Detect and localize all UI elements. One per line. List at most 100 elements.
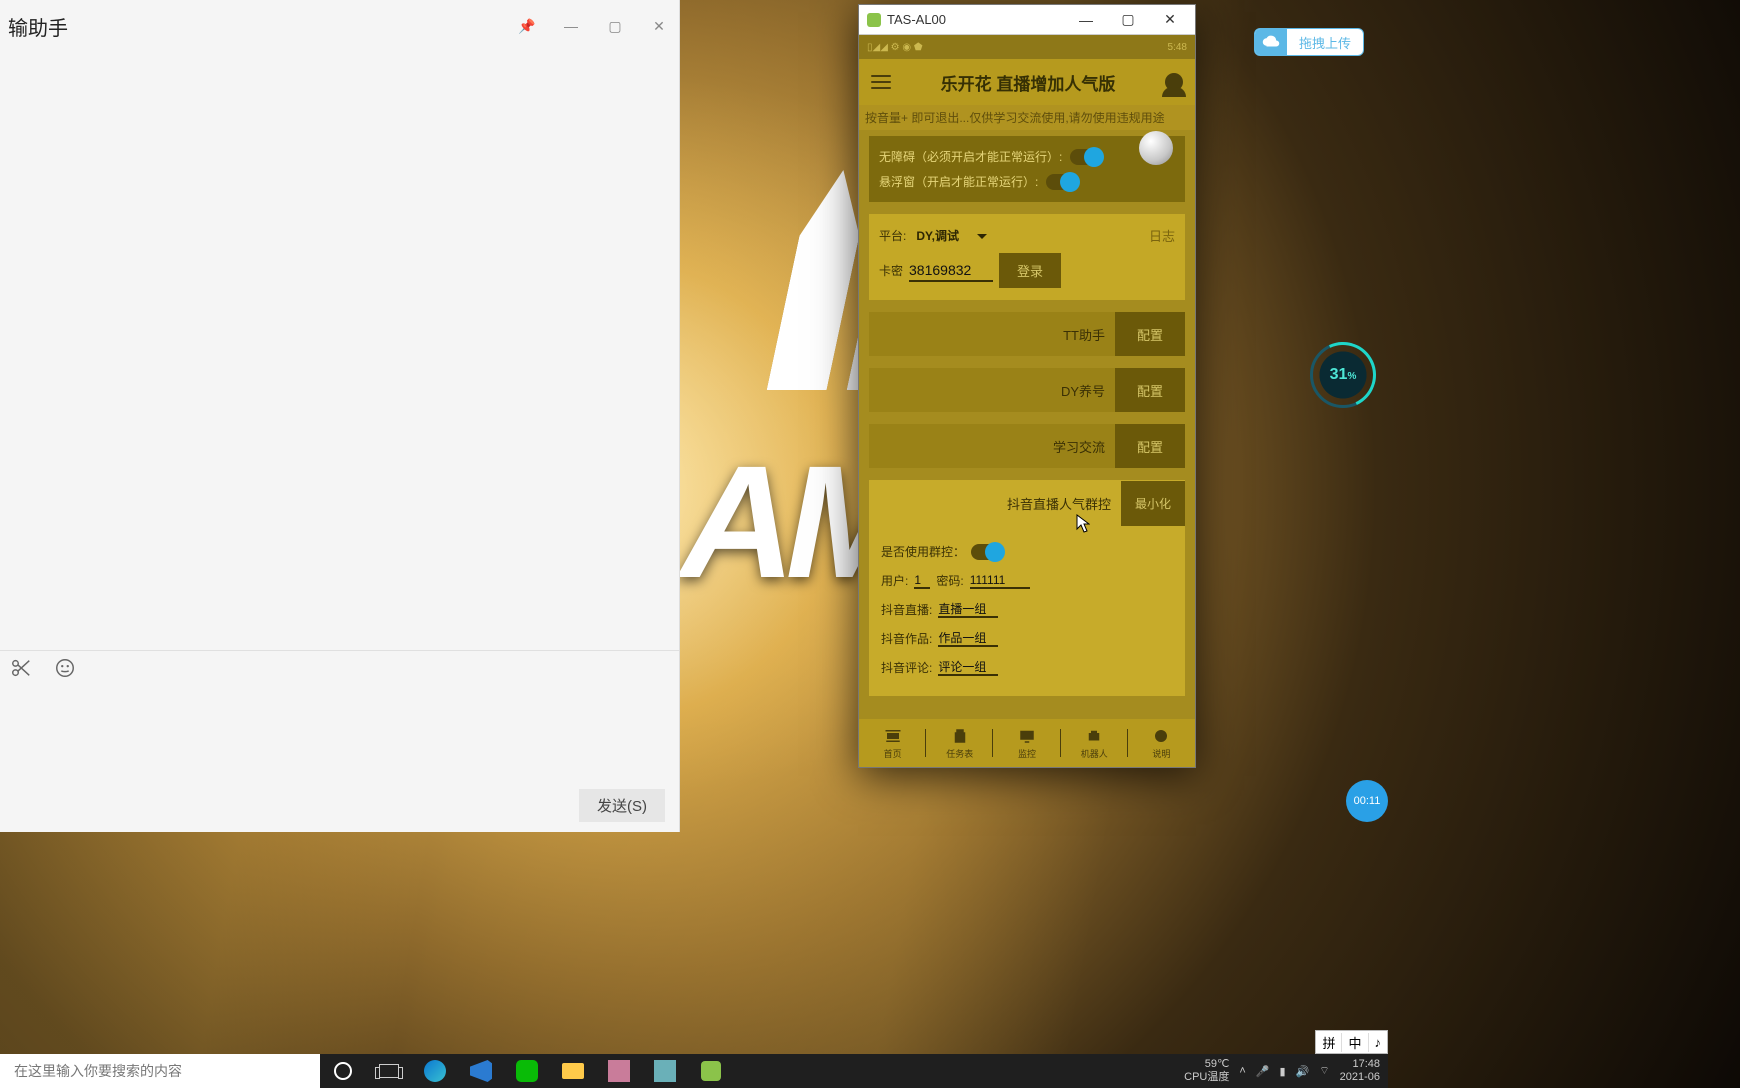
hamburger-icon[interactable] [871,75,891,89]
assistive-touch-icon[interactable] [1139,131,1173,165]
search-placeholder: 在这里输入你要搜索的内容 [14,1061,182,1081]
chat-title: 输助手 [8,12,68,41]
android-emulator-icon[interactable] [688,1054,734,1088]
card-input[interactable] [909,260,993,282]
chevron-down-icon [977,234,987,244]
record-time: 00:11 [1354,795,1381,807]
taskbar-search[interactable]: 在这里输入你要搜索的内容 [0,1054,320,1088]
chat-input-toolbar [0,650,679,690]
platform-value: DY,调试 [916,227,959,244]
chat-window: 输助手 📌 — ▢ ✕ 发送(S) [0,0,680,832]
config-button[interactable]: 配置 [1115,424,1185,468]
taskview-icon[interactable] [366,1054,412,1088]
config-button[interactable]: 配置 [1115,368,1185,412]
nav-tab-task[interactable]: 任务表 [926,719,993,767]
marquee-text: 按音量+ 即可退出...仅供学习交流使用,请勿使用违规用途 [859,105,1195,130]
config-button[interactable]: 配置 [1115,312,1185,356]
upload-label: 拖拽上传 [1287,33,1363,52]
platform-select[interactable]: DY,调试 [916,227,987,244]
pass-input[interactable] [970,573,1030,589]
taskbar: 在这里输入你要搜索的内容 59℃ CPU温度 ˄ 🎤 ▮ 🔊 ⌔ 17:48 2… [0,1054,1388,1088]
tray-volume-icon[interactable]: 🔊 [1296,1065,1310,1078]
config-row-dy: DY养号 配置 [869,368,1185,412]
dy-comment-input[interactable] [938,660,998,676]
android-icon [867,13,881,27]
emulator-titlebar[interactable]: TAS-AL00 — ▢ ✕ [859,5,1195,35]
minimize-button[interactable]: 最小化 [1121,481,1185,526]
emu-minimize-icon[interactable]: — [1065,6,1107,34]
emulator-window: TAS-AL00 — ▢ ✕ ▯◢◢ ⚙ ◉ ⬟ 5:48 乐开花 直播增加人气… [858,4,1196,768]
edge-icon[interactable] [412,1054,458,1088]
app-icon-1[interactable] [596,1054,642,1088]
status-time: 5:48 [1168,42,1187,53]
dy-works-input[interactable] [938,631,998,647]
cpu-gauge[interactable]: 31% [1310,342,1376,408]
bottom-nav: 首页 任务表 监控 机器人 说明 [859,719,1195,767]
config-label: TT助手 [881,325,1115,344]
wechat-icon[interactable] [504,1054,550,1088]
tray-chevron-icon[interactable]: ˄ [1239,1065,1245,1077]
tray-battery-icon[interactable]: ▮ [1280,1065,1286,1078]
chat-input[interactable] [0,690,679,786]
login-panel: 平台: DY,调试 日志 卡密 登录 [869,214,1185,300]
system-tray[interactable]: 59℃ CPU温度 ˄ 🎤 ▮ 🔊 ⌔ 17:48 2021-06 [1176,1054,1388,1088]
toggles-panel: 无障碍（必须开启才能正常运行）: 悬浮窗（开启才能正常运行）: [869,136,1185,202]
log-link[interactable]: 日志 [1149,226,1175,245]
emulator-title: TAS-AL00 [887,12,946,27]
emu-maximize-icon[interactable]: ▢ [1107,6,1149,34]
scissors-icon[interactable] [10,657,32,684]
cloud-icon [1255,29,1287,55]
ime-mode[interactable]: 拼 [1316,1033,1342,1052]
upload-button[interactable]: 拖拽上传 [1254,28,1364,56]
pin-icon[interactable]: 📌 [513,18,541,35]
float-toggle[interactable] [1046,174,1078,190]
dy-comment-label: 抖音评论: [881,659,932,676]
user-label: 用户: [881,572,908,589]
tray-mic-icon[interactable]: 🎤 [1256,1065,1270,1078]
ime-lang[interactable]: 中 [1342,1033,1368,1052]
card-label: 卡密 [879,262,903,279]
config-row-study: 学习交流 配置 [869,424,1185,468]
use-group-label: 是否使用群控： [881,543,965,560]
nav-tab-monitor[interactable]: 监控 [993,719,1060,767]
use-group-toggle[interactable] [971,544,1003,560]
android-statusbar: ▯◢◢ ⚙ ◉ ⬟ 5:48 [859,35,1195,59]
maximize-icon[interactable]: ▢ [601,18,629,35]
accessibility-toggle[interactable] [1070,149,1102,165]
send-button[interactable]: 发送(S) [579,789,665,822]
minimize-icon[interactable]: — [557,18,585,34]
pass-label: 密码: [936,572,963,589]
close-icon[interactable]: ✕ [645,18,673,35]
explorer-icon[interactable] [550,1054,596,1088]
nav-tab-home[interactable]: 首页 [859,719,926,767]
cpu-temp[interactable]: 59℃ CPU温度 [1184,1058,1229,1083]
config-label: DY养号 [881,381,1115,400]
record-timer[interactable]: 00:11 [1346,780,1388,822]
chat-message-area[interactable] [0,52,679,650]
user-icon[interactable] [1165,73,1183,91]
nav-tab-robot[interactable]: 机器人 [1061,719,1128,767]
float-toggle-label: 悬浮窗（开启才能正常运行）: [879,173,1038,190]
config-label: 学习交流 [881,437,1115,456]
accessibility-toggle-label: 无障碍（必须开启才能正常运行）: [879,148,1062,165]
emoji-icon[interactable] [54,657,76,684]
app-header: 乐开花 直播增加人气版 [859,59,1195,105]
chat-titlebar[interactable]: 输助手 📌 — ▢ ✕ [0,0,679,52]
mouse-cursor-icon [1076,514,1090,534]
dy-live-input[interactable] [938,602,998,618]
tray-clock[interactable]: 17:48 2021-06 [1340,1058,1380,1083]
cortana-icon[interactable] [320,1054,366,1088]
platform-label: 平台: [879,227,906,244]
user-input[interactable] [914,573,930,589]
tray-wifi-icon[interactable]: ⌔ [1319,1064,1329,1078]
music-icon[interactable]: ♪ [1369,1035,1388,1050]
signal-icons: ▯◢◢ ⚙ ◉ ⬟ [867,42,923,53]
ime-bar[interactable]: 拼 中 ♪ [1315,1030,1388,1054]
emu-close-icon[interactable]: ✕ [1149,6,1191,34]
vscode-icon[interactable] [458,1054,504,1088]
emulator-screen: ▯◢◢ ⚙ ◉ ⬟ 5:48 乐开花 直播增加人气版 按音量+ 即可退出...仅… [859,35,1195,767]
group-control-panel: 抖音直播人气群控 最小化 是否使用群控： 用户: 密码: 抖音直播: 抖音作品: [869,480,1185,696]
nav-tab-help[interactable]: 说明 [1128,719,1195,767]
app-icon-2[interactable] [642,1054,688,1088]
login-button[interactable]: 登录 [999,253,1061,288]
